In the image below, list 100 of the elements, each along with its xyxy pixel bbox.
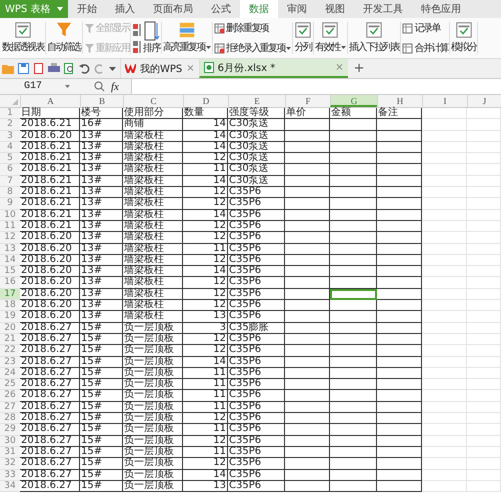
row-header[interactable]: 32: [0, 458, 20, 470]
table-cell: [330, 254, 377, 266]
row-header[interactable]: 7: [0, 176, 20, 188]
printer-icon[interactable]: [48, 63, 60, 74]
row-header[interactable]: 33: [0, 470, 20, 481]
row-header[interactable]: 8: [0, 187, 20, 198]
column-header[interactable]: C: [123, 95, 183, 107]
menu-tab[interactable]: 审阅: [278, 0, 316, 18]
table-cell: 2018.6.20: [20, 244, 80, 255]
ribbon-button[interactable]: 合并计算: [402, 41, 448, 55]
row-header[interactable]: 31: [0, 446, 20, 458]
row-header[interactable]: 1: [0, 108, 20, 120]
app-menu-button[interactable]: WPS 表格: [0, 0, 68, 18]
row-header[interactable]: 25: [0, 379, 20, 390]
table-cell: [285, 142, 330, 154]
row-header[interactable]: 11: [0, 220, 20, 232]
ribbon-button[interactable]: 模拟分: [450, 18, 478, 58]
column-header[interactable]: D: [183, 95, 228, 107]
table-icon: [214, 22, 226, 34]
column-header[interactable]: G: [330, 95, 377, 107]
menu-tab[interactable]: 开始: [68, 0, 106, 18]
table-cell: 13#: [80, 300, 123, 312]
table-cell: [285, 198, 330, 210]
selected-cell[interactable]: [330, 288, 377, 300]
row-header[interactable]: 26: [0, 390, 20, 402]
ribbon-button[interactable]: 分列: [292, 18, 313, 58]
menu-tab[interactable]: 数据: [240, 0, 278, 18]
row-header[interactable]: 4: [0, 142, 20, 154]
row-header[interactable]: 22: [0, 345, 20, 357]
table-cell: [330, 322, 377, 334]
undo-icon[interactable]: [79, 63, 90, 74]
table-cell: 15#: [80, 379, 123, 390]
menu-tab[interactable]: 页面布局: [144, 0, 202, 18]
formula-input[interactable]: [130, 79, 501, 94]
table-cell: 15#: [80, 480, 123, 492]
row-header[interactable]: 30: [0, 436, 20, 447]
row-header[interactable]: 34: [0, 480, 20, 492]
table-cell: [377, 232, 422, 244]
caret-icon[interactable]: [109, 66, 116, 70]
row-header[interactable]: 15: [0, 266, 20, 278]
row-header[interactable]: 13: [0, 244, 20, 255]
save-icon[interactable]: [18, 63, 29, 74]
row-header[interactable]: 19: [0, 311, 20, 323]
document-tab[interactable]: 6月份.xlsx * ×: [198, 59, 348, 78]
row-header[interactable]: 9: [0, 198, 20, 210]
ribbon-button[interactable]: 删除重复项: [214, 21, 291, 35]
table-cell: 2018.6.20: [20, 288, 80, 300]
sort-descending-icon[interactable]: [132, 40, 142, 54]
row-header[interactable]: 16: [0, 277, 20, 289]
column-header[interactable]: A: [20, 95, 80, 107]
row-header[interactable]: 10: [0, 210, 20, 221]
menu-tab[interactable]: 特色应用: [412, 0, 470, 18]
row-header[interactable]: 5: [0, 153, 20, 164]
function-button[interactable]: fx: [111, 80, 119, 92]
row-header[interactable]: 2: [0, 119, 20, 131]
row-header[interactable]: 20: [0, 322, 20, 334]
row-header[interactable]: 14: [0, 254, 20, 266]
table-cell: 12: [183, 334, 228, 346]
row-header[interactable]: 23: [0, 356, 20, 368]
sort-ascending-icon[interactable]: [132, 22, 142, 36]
table-cell: C35P6: [228, 254, 285, 266]
ribbon-button[interactable]: 记录单: [402, 21, 448, 35]
column-header[interactable]: I: [422, 95, 467, 107]
ribbon-button[interactable]: 自动筛选: [46, 18, 82, 58]
table-cell: 13#: [80, 266, 123, 278]
menu-tab[interactable]: 视图: [316, 0, 354, 18]
table-cell: [467, 390, 501, 402]
ribbon-button[interactable]: 有效性: [314, 18, 348, 58]
zoom-icon[interactable]: [94, 81, 105, 92]
row-header[interactable]: 3: [0, 130, 20, 142]
close-button[interactable]: ×: [186, 63, 195, 74]
ribbon-button[interactable]: 数据透视表: [1, 18, 46, 58]
table-cell: C35P6: [228, 187, 285, 198]
document-icon[interactable]: [33, 63, 44, 74]
row-header[interactable]: 18: [0, 300, 20, 312]
column-header[interactable]: E: [228, 95, 285, 107]
row-header[interactable]: 27: [0, 402, 20, 414]
row-header[interactable]: 24: [0, 368, 20, 380]
row-header[interactable]: 29: [0, 424, 20, 436]
row-header[interactable]: 17: [0, 288, 20, 300]
menu-tab[interactable]: 公式: [202, 0, 240, 18]
ribbon-button[interactable]: 高亮重复项: [162, 18, 212, 58]
sort-button[interactable]: 排序: [143, 21, 160, 55]
column-header[interactable]: H: [377, 95, 422, 107]
close-button[interactable]: ×: [335, 62, 344, 73]
menu-tab[interactable]: 插入: [106, 0, 144, 18]
ribbon-button[interactable]: 插入下拉列表: [348, 18, 400, 58]
table-cell: [467, 210, 501, 221]
column-header[interactable]: J: [467, 95, 501, 107]
column-header[interactable]: B: [80, 95, 123, 107]
row-header[interactable]: 12: [0, 232, 20, 244]
name-box[interactable]: G17: [0, 79, 74, 94]
preview-icon[interactable]: [64, 63, 75, 74]
menu-tab[interactable]: 开发工具: [354, 0, 412, 18]
ribbon-button[interactable]: 拒绝录入重复项: [214, 41, 291, 55]
row-header[interactable]: 21: [0, 334, 20, 346]
new-tab-button[interactable]: +: [348, 59, 371, 78]
row-header[interactable]: 6: [0, 164, 20, 176]
table-cell: C35P6: [228, 210, 285, 221]
row-header[interactable]: 28: [0, 413, 20, 424]
